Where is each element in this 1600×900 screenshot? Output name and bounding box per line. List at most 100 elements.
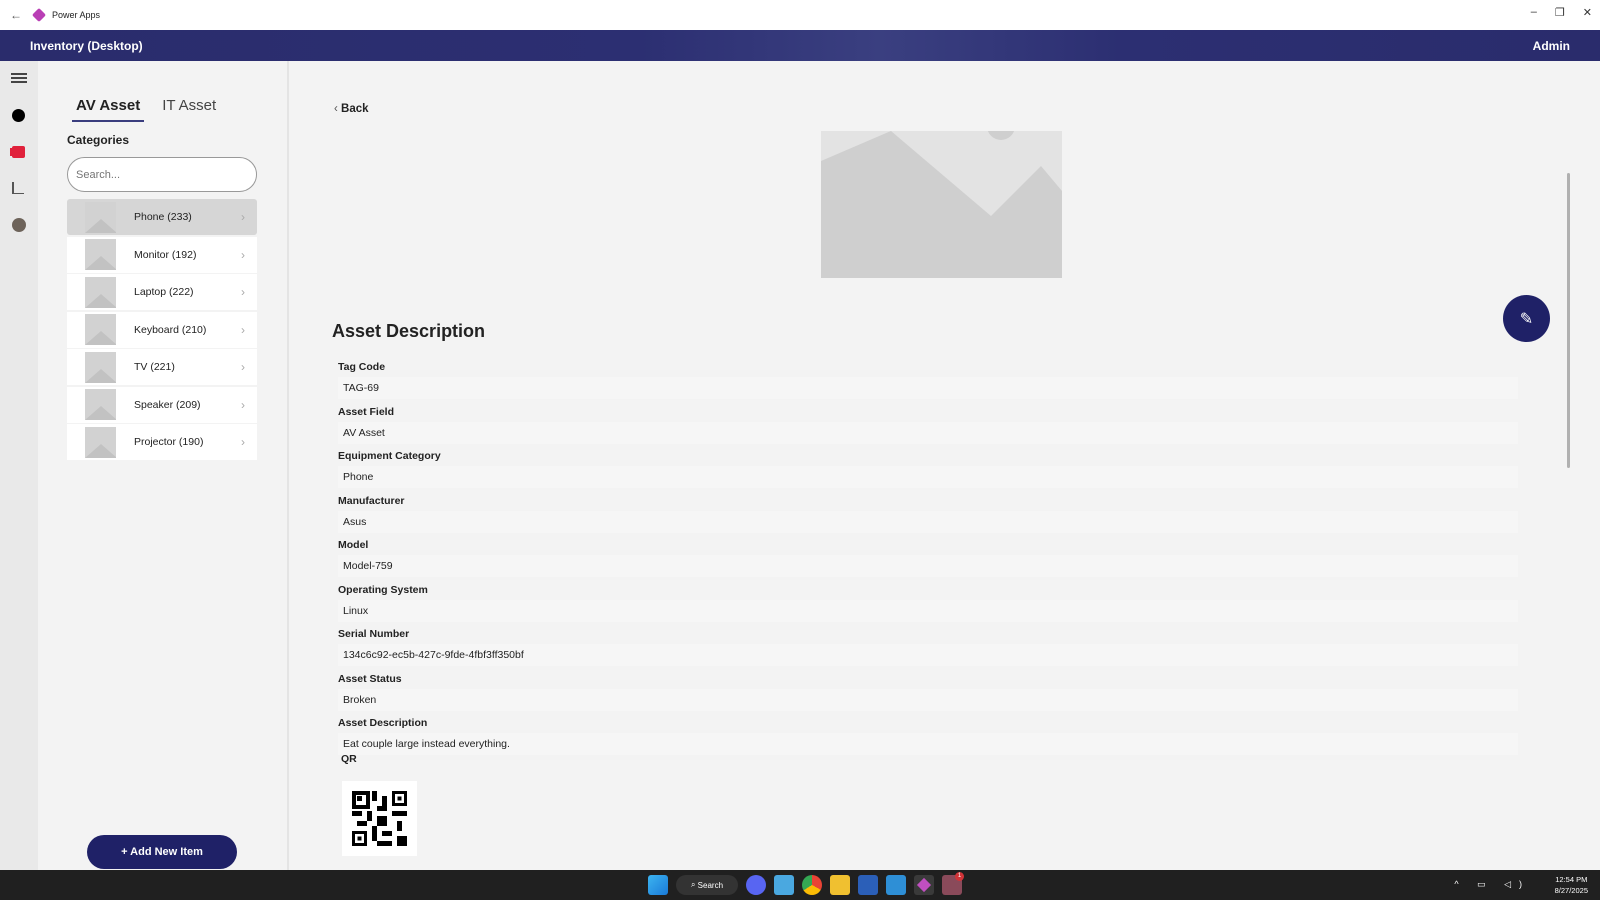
qr-label: QR: [341, 753, 357, 765]
detail-panel: ‹ Back ✎ Asset Description Tag Code TAG-6…: [290, 61, 1600, 870]
category-label: Monitor (192): [134, 248, 197, 261]
image-placeholder-icon: [85, 426, 116, 458]
field-value: Broken: [338, 688, 1518, 711]
category-item-laptop[interactable]: Laptop (222) ›: [67, 274, 257, 310]
left-panel: AV Asset IT Asset Categories Phone (233)…: [38, 61, 289, 870]
taskbar: ⌕ Search 1 ^ ▭ ◁) 12:54 PM 8/27/2025: [0, 870, 1600, 900]
field-label: Asset Field: [338, 405, 395, 418]
field-label: Model: [338, 539, 369, 551]
power-apps-taskbar-icon[interactable]: [914, 875, 934, 895]
scrollbar-thumb[interactable]: [1567, 173, 1570, 468]
restore-button[interactable]: ❐: [1555, 6, 1565, 19]
image-placeholder-icon: [85, 276, 116, 308]
nav-rail: [0, 61, 38, 870]
chevron-right-icon: ›: [241, 247, 245, 262]
field-asset-description: Asset Description Eat couple large instea…: [338, 713, 1518, 758]
scrollbar[interactable]: [1567, 133, 1570, 863]
field-value: Phone: [338, 466, 1518, 488]
field-label: Equipment Category: [338, 450, 441, 462]
category-item-projector[interactable]: Projector (190) ›: [67, 424, 257, 460]
category-label: Keyboard (210): [134, 323, 207, 336]
category-item-tv[interactable]: TV (221) ›: [67, 349, 257, 385]
image-placeholder-icon: [85, 389, 116, 420]
field-asset-status: Asset Status Broken: [338, 669, 1518, 714]
category-item-keyboard[interactable]: Keyboard (210) ›: [67, 311, 257, 348]
category-item-phone[interactable]: Phone (233) ›: [67, 199, 257, 235]
field-tag-code: Tag Code TAG-69: [338, 357, 1518, 402]
photos-icon[interactable]: [886, 875, 906, 895]
category-label: Projector (190): [134, 436, 204, 448]
chevron-right-icon: ›: [241, 435, 245, 449]
app-title: Inventory (Desktop): [30, 38, 143, 53]
teams-badge: 1: [955, 872, 964, 881]
taskbar-search[interactable]: ⌕ Search: [676, 875, 738, 895]
field-value: AV Asset: [338, 421, 1518, 444]
field-manufacturer: Manufacturer Asus: [338, 491, 1518, 536]
system-tray-icons[interactable]: ^ ▭ ◁): [1454, 879, 1530, 890]
field-value: Eat couple large instead everything.: [338, 733, 1518, 755]
tab-av-asset[interactable]: AV Asset: [72, 97, 145, 122]
app-header: Inventory (Desktop) Admin: [0, 30, 1600, 61]
field-operating-system: Operating System Linux: [338, 580, 1518, 625]
chrome-icon[interactable]: [802, 875, 822, 895]
clock[interactable]: 12:54 PM 8/27/2025: [1555, 874, 1588, 896]
avatar[interactable]: [12, 218, 26, 232]
clock-date: 8/27/2025: [1554, 886, 1588, 895]
back-button[interactable]: ‹ Back: [334, 103, 369, 115]
close-button[interactable]: ✕: [1583, 6, 1592, 19]
field-label: Tag Code: [338, 361, 386, 373]
field-asset-field: Asset Field AV Asset: [338, 402, 1518, 447]
window-title: Power Apps: [52, 10, 101, 20]
category-item-monitor[interactable]: Monitor (192) ›: [67, 236, 257, 273]
category-label: Speaker (209): [134, 398, 201, 411]
field-label: Asset Status: [338, 672, 402, 685]
search-input[interactable]: [67, 157, 257, 192]
chevron-right-icon: ›: [241, 397, 245, 412]
chevron-left-icon: ‹: [334, 103, 342, 115]
back-arrow-icon[interactable]: ←: [10, 8, 22, 22]
edit-pencil-icon[interactable]: ✎: [1503, 295, 1550, 342]
category-list: Phone (233) › Monitor (192) › Laptop (222)…: [67, 199, 257, 462]
reports-chart-icon[interactable]: [12, 182, 24, 194]
section-title: Asset Description: [332, 321, 486, 341]
title-bar: ← Power Apps – ❐ ✕: [0, 0, 1600, 30]
app-icon[interactable]: [774, 875, 794, 895]
back-label: Back: [341, 103, 369, 115]
image-placeholder-icon: [85, 201, 116, 233]
field-label: Serial Number: [338, 628, 410, 640]
clock-time: 12:54 PM: [1555, 875, 1588, 884]
tab-it-asset[interactable]: IT Asset: [158, 97, 220, 122]
asset-image-placeholder: [821, 131, 1062, 278]
assets-icon[interactable]: [12, 146, 25, 158]
windows-start-icon[interactable]: [648, 875, 668, 895]
field-value: Linux: [338, 599, 1518, 622]
field-value: 134c6c92-ec5b-427c-9fde-4fbf3ff350bf: [338, 644, 1518, 666]
field-value: Asus: [338, 510, 1518, 533]
teams-icon[interactable]: 1: [942, 872, 964, 895]
search-icon: ⌕: [690, 880, 698, 889]
file-explorer-icon[interactable]: [830, 875, 850, 895]
chevron-right-icon: ›: [241, 285, 245, 299]
image-placeholder-icon: [85, 314, 116, 345]
image-placeholder-icon: [85, 239, 116, 270]
hamburger-menu-icon[interactable]: [11, 73, 27, 83]
dashboard-icon[interactable]: [12, 109, 25, 122]
field-serial-number: Serial Number 134c6c92-ec5b-427c-9fde-4fb…: [338, 624, 1518, 669]
field-equipment-category: Equipment Category Phone: [338, 446, 1518, 491]
category-label: TV (221): [134, 361, 175, 373]
field-label: Operating System: [338, 583, 428, 596]
discord-icon[interactable]: [746, 875, 766, 895]
taskbar-search-label: Search: [697, 880, 724, 890]
categories-heading: Categories: [67, 133, 130, 147]
image-placeholder-icon: [85, 351, 116, 383]
qr-code-image: [342, 781, 417, 856]
field-value: TAG-69: [338, 377, 1518, 399]
asset-fields: Tag Code TAG-69 Asset Field AV Asset Equip…: [338, 357, 1518, 758]
field-model: Model Model-759: [338, 535, 1518, 580]
power-apps-logo-icon: [31, 7, 47, 23]
user-name[interactable]: Admin: [1533, 39, 1570, 53]
word-icon[interactable]: [858, 875, 878, 895]
add-new-item-button[interactable]: + Add New Item: [87, 835, 237, 869]
minimize-button[interactable]: –: [1531, 6, 1537, 19]
category-item-speaker[interactable]: Speaker (209) ›: [67, 386, 257, 423]
